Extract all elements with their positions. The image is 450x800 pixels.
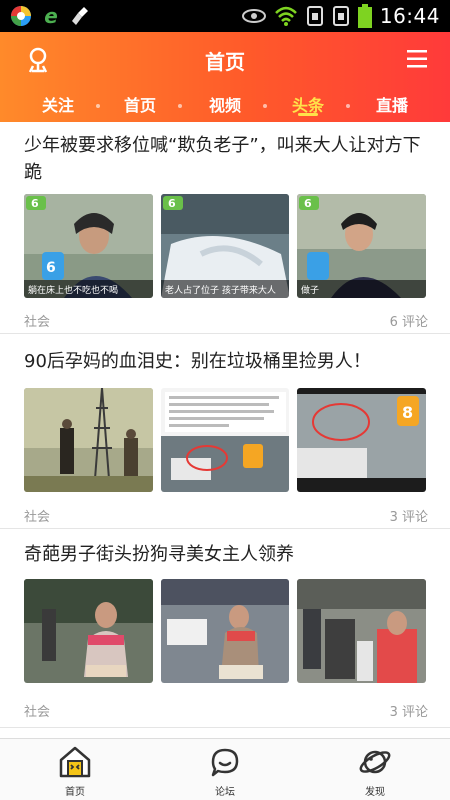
article-thumbnail[interactable]: 做子 6: [297, 194, 427, 298]
nav-forum[interactable]: 论坛: [185, 745, 265, 798]
article-title[interactable]: 奇葩男子街头扮狗寻美女主人领养: [24, 541, 430, 568]
tab-bar: 关注 首页 视频 头条 直播: [0, 88, 450, 122]
thumbnail-row: 6 躺在床上也不吃也不喝 6 老人占了位子 孩子带来大人 6 做子 6: [24, 194, 427, 298]
tab-home[interactable]: 首页: [110, 92, 170, 116]
nav-label: 首页: [65, 787, 85, 798]
tab-headlines[interactable]: 头条: [278, 92, 338, 116]
svg-text:6: 6: [168, 197, 176, 210]
menu-icon[interactable]: [406, 48, 428, 70]
thumbnail-caption: 做子: [301, 284, 319, 296]
tab-follow[interactable]: 关注: [28, 92, 88, 116]
svg-text:6: 6: [304, 197, 312, 210]
tab-video[interactable]: 视频: [195, 92, 255, 116]
article-title[interactable]: 少年被要求移位喊“欺负老子”，叫来大人让对方下跪: [24, 132, 430, 186]
chat-icon: [211, 748, 239, 777]
tab-separator: [263, 104, 267, 108]
article-thumbnail[interactable]: [24, 388, 153, 492]
tab-separator: [178, 104, 182, 108]
thumbnail-caption: 老人占了位子 孩子带来大人: [165, 284, 276, 296]
article-comment-count[interactable]: 6 评论: [390, 311, 428, 330]
browser-icon: [11, 6, 31, 26]
app-header: 首页 关注 首页 视频 头条 直播: [0, 32, 450, 122]
status-bar: e 16:44: [0, 0, 450, 32]
article-category: 社会: [24, 315, 51, 330]
thumbnail-caption: 躺在床上也不吃也不喝: [28, 284, 118, 296]
active-tab-indicator: [298, 113, 318, 116]
bottom-nav: 首页 论坛 发现: [0, 738, 450, 800]
home-icon: [59, 746, 91, 778]
article-thumbnail[interactable]: 6 躺在床上也不吃也不喝 6: [24, 194, 153, 298]
nav-discover[interactable]: 发现: [335, 745, 415, 798]
wifi-icon: [274, 6, 297, 26]
news-feed: 少年被要求移位喊“欺负老子”，叫来大人让对方下跪 6 躺在床上也不吃也不喝 6: [0, 122, 450, 738]
article-thumbnail[interactable]: [160, 579, 290, 683]
article-thumbnail[interactable]: [24, 579, 153, 683]
sim-icon: [306, 6, 323, 26]
article-thumbnail[interactable]: 老人占了位子 孩子带来大人 6: [160, 194, 290, 298]
eye-icon: [241, 9, 266, 23]
article-card[interactable]: 90后孕妈的血泪史：别在垃圾桶里捡男人！ 8 社会 3 评论: [0, 334, 450, 529]
article-card[interactable]: 奇葩男子街头扮狗寻美女主人领养 社会 3 评论: [0, 529, 450, 728]
article-title[interactable]: 90后孕妈的血泪史：别在垃圾桶里捡男人！: [24, 348, 430, 375]
article-comment-count[interactable]: 3 评论: [390, 506, 428, 525]
tab-separator: [96, 104, 100, 108]
svg-text:6: 6: [46, 260, 56, 276]
nav-home[interactable]: 首页: [35, 745, 115, 798]
planet-icon: [359, 750, 391, 774]
sim-icon: [332, 6, 349, 26]
svg-text:e: e: [44, 5, 58, 27]
broom-icon: [72, 7, 88, 25]
article-category: 社会: [24, 510, 51, 525]
nav-label: 论坛: [215, 787, 235, 798]
nav-label: 发现: [365, 787, 385, 798]
thumbnail-row: [24, 579, 427, 683]
article-comment-count[interactable]: 3 评论: [390, 701, 428, 720]
article-card[interactable]: 少年被要求移位喊“欺负老子”，叫来大人让对方下跪 6 躺在床上也不吃也不喝 6: [0, 122, 450, 334]
article-category: 社会: [24, 705, 51, 720]
svg-text:6: 6: [31, 197, 39, 210]
tab-separator: [346, 104, 350, 108]
clock: 16:44: [379, 4, 440, 28]
article-thumbnail[interactable]: 8: [297, 388, 427, 492]
thumbnail-row: 8: [24, 388, 427, 492]
tab-live[interactable]: 直播: [362, 92, 422, 116]
svg-text:8: 8: [402, 403, 413, 422]
article-thumbnail[interactable]: [160, 388, 290, 492]
article-thumbnail[interactable]: [297, 579, 427, 683]
page-title: 首页: [205, 50, 245, 74]
edge-icon: e: [44, 5, 58, 27]
battery-icon: [357, 4, 372, 28]
